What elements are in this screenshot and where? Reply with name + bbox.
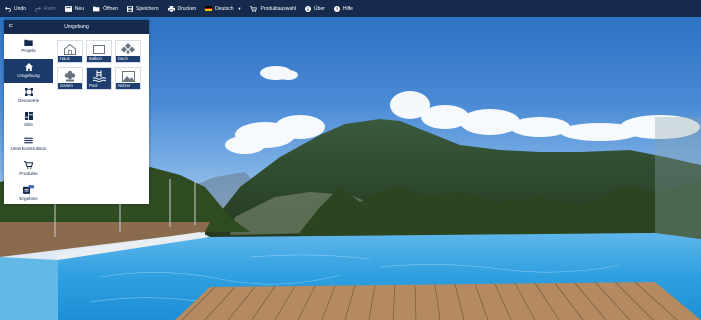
new-file-icon xyxy=(64,5,72,12)
open-label: Öffnen xyxy=(103,5,119,12)
nav-item-produkte[interactable]: Produkte xyxy=(4,157,53,182)
svg-text:?: ? xyxy=(336,6,339,11)
german-flag-icon xyxy=(205,6,213,12)
help-button[interactable]: ? Hilfe xyxy=(333,0,353,17)
product-selection-label: Produktauswahl xyxy=(260,5,297,12)
home-icon xyxy=(24,63,33,72)
undo-button[interactable]: Undo xyxy=(5,0,26,17)
nav-label-produkte: Produkte xyxy=(19,171,38,177)
pool-icon xyxy=(92,70,106,82)
about-button[interactable]: Über xyxy=(305,0,325,17)
result-icon xyxy=(23,185,34,195)
environment-panel: ⇇ Umgebung Projekt Umgebung Geometrie St… xyxy=(4,20,149,204)
undo-icon xyxy=(5,6,11,12)
nav-label-umgebung: Umgebung xyxy=(17,73,40,79)
language-label: Deutsch xyxy=(215,5,234,12)
panel-nav: Projekt Umgebung Geometrie Stile Unterko… xyxy=(4,34,53,206)
tile-garten[interactable]: Garten xyxy=(57,67,83,90)
tile-label-balkon: Balkon xyxy=(87,56,111,62)
tile-pool[interactable]: Pool xyxy=(86,67,112,90)
help-label: Hilfe xyxy=(342,5,353,12)
nav-label-projekt: Projekt xyxy=(21,48,36,54)
tile-haus[interactable]: Haus xyxy=(57,40,83,63)
new-label: Neu xyxy=(74,5,85,12)
balcony-icon xyxy=(93,44,105,54)
top-toolbar: Undo Redo Neu Öffnen Speichern Drucken D… xyxy=(0,0,701,17)
folder-icon xyxy=(24,39,33,47)
product-selection-button[interactable]: Produktauswahl xyxy=(250,0,296,17)
print-label: Drucken xyxy=(177,5,197,12)
layers-icon xyxy=(24,137,33,144)
tile-label-dach: Dach xyxy=(116,56,140,62)
garden-icon xyxy=(64,70,76,82)
print-button[interactable]: Drucken xyxy=(167,0,197,17)
nav-item-geometrie[interactable]: Geometrie xyxy=(4,83,53,108)
roof-icon xyxy=(121,43,135,54)
nav-label-ergebnis: Ergebnis xyxy=(19,196,38,202)
panel-header: ⇇ Umgebung xyxy=(4,20,149,34)
redo-icon xyxy=(35,6,41,12)
nav-label-unterkonstruktion: Unterkonstruktion xyxy=(10,146,47,152)
house-icon xyxy=(64,43,76,55)
language-select[interactable]: Deutsch ▼ xyxy=(205,0,241,17)
about-label: Über xyxy=(314,5,325,12)
undo-label: Undo xyxy=(14,5,26,12)
info-icon xyxy=(305,5,312,12)
tile-label-garten: Garten xyxy=(58,83,82,89)
tile-label-pool: Pool xyxy=(87,83,111,89)
collapse-panel-icon[interactable]: ⇇ xyxy=(9,23,13,29)
open-button[interactable]: Öffnen xyxy=(93,0,118,17)
nav-item-umgebung[interactable]: Umgebung xyxy=(4,58,53,83)
cart-icon xyxy=(250,5,258,12)
new-button[interactable]: Neu xyxy=(64,0,85,17)
chevron-down-icon: ▼ xyxy=(237,6,242,11)
nav-label-geometrie: Geometrie xyxy=(17,97,40,103)
nav-item-ergebnis[interactable]: Ergebnis xyxy=(4,181,53,206)
nav-item-stile[interactable]: Stile xyxy=(4,108,53,133)
tile-label-haus: Haus xyxy=(58,56,82,62)
tile-label-nutzer: Nutzer xyxy=(116,83,140,89)
cart-icon xyxy=(24,161,33,169)
save-button[interactable]: Speichern xyxy=(127,0,159,17)
tile-nutzer[interactable]: Nutzer xyxy=(115,67,141,90)
panel-title: Umgebung xyxy=(64,24,89,30)
save-icon xyxy=(127,5,134,12)
redo-button[interactable]: Redo xyxy=(35,0,56,17)
nav-item-unterkonstruktion[interactable]: Unterkonstruktion xyxy=(4,132,53,157)
tile-dach[interactable]: Dach xyxy=(115,40,141,63)
redo-label: Redo xyxy=(43,5,56,12)
folder-open-icon xyxy=(93,6,100,11)
nav-item-projekt[interactable]: Projekt xyxy=(4,34,53,59)
print-icon xyxy=(167,5,175,12)
image-icon xyxy=(121,70,135,82)
tile-balkon[interactable]: Balkon xyxy=(86,40,112,63)
save-label: Speichern xyxy=(136,5,159,12)
help-icon: ? xyxy=(333,5,340,12)
layout-icon xyxy=(24,112,33,121)
geometry-icon xyxy=(24,87,33,96)
nav-label-stile: Stile xyxy=(24,122,33,128)
